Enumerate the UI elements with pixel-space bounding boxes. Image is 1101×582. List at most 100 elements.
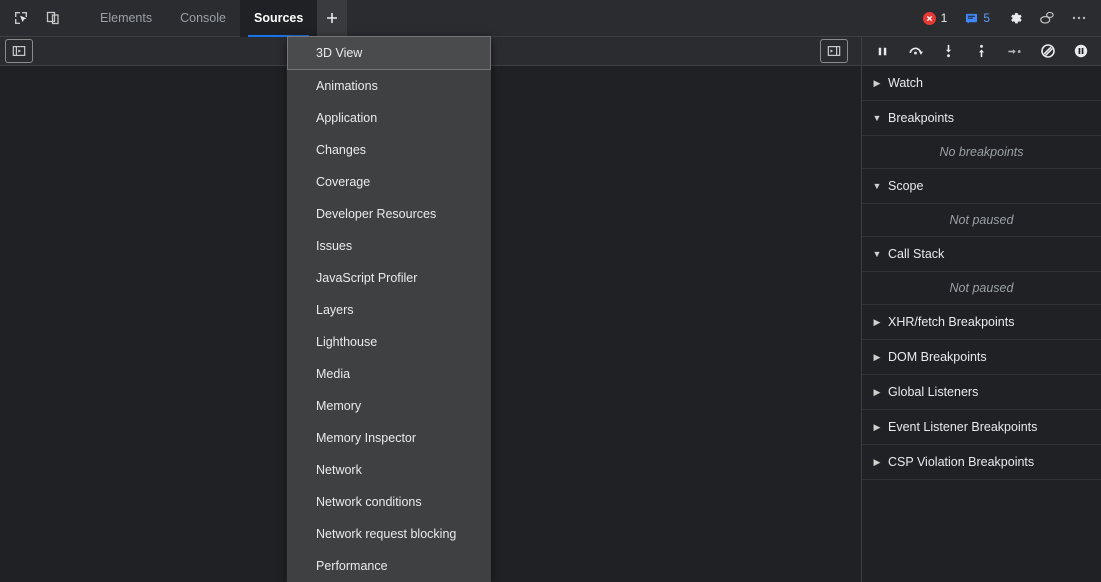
chevron-right-icon: ▶ <box>871 458 883 467</box>
sidebar-section-breakpoints[interactable]: ▼ Breakpoints <box>862 101 1101 136</box>
step-into-button[interactable] <box>932 39 965 63</box>
menu-item-lighthouse[interactable]: Lighthouse <box>287 326 491 358</box>
menu-item-label: Network <box>316 463 362 477</box>
step-button[interactable] <box>998 39 1031 63</box>
menu-item-memory[interactable]: Memory <box>287 390 491 422</box>
message-count-badge[interactable]: 5 <box>958 8 997 29</box>
tab-console-label: Console <box>180 11 226 25</box>
plus-icon <box>325 11 339 25</box>
chevron-down-icon: ▼ <box>871 250 883 259</box>
show-navigator-panel-icon[interactable] <box>6 40 32 62</box>
menu-item-issues[interactable]: Issues <box>287 230 491 262</box>
debugger-sections: ▶ Watch ▼ Breakpoints No breakpoints ▼ S… <box>862 66 1101 480</box>
tab-console[interactable]: Console <box>166 0 240 37</box>
menu-item-network[interactable]: Network <box>287 454 491 486</box>
step-over-button[interactable] <box>899 39 932 63</box>
menu-item-label: Coverage <box>316 175 370 189</box>
toolbar-right-icons: 1 5 <box>916 4 1101 32</box>
tab-sources-label: Sources <box>254 11 303 25</box>
chevron-right-icon: ▶ <box>871 353 883 362</box>
menu-item-developer-resources[interactable]: Developer Resources <box>287 198 491 230</box>
error-count-badge[interactable]: 1 <box>916 8 955 29</box>
pause-on-exceptions-button[interactable] <box>1064 39 1097 63</box>
sidebar-section-label: DOM Breakpoints <box>888 350 987 364</box>
menu-item-animations[interactable]: Animations <box>287 70 491 102</box>
menu-item-label: Application <box>316 111 377 125</box>
sidebar-section-scope[interactable]: ▼ Scope <box>862 169 1101 204</box>
sidebar-section-call-stack[interactable]: ▼ Call Stack <box>862 237 1101 272</box>
tab-elements[interactable]: Elements <box>86 0 166 37</box>
menu-item-coverage[interactable]: Coverage <box>287 166 491 198</box>
sidebar-section-label: Event Listener Breakpoints <box>888 420 1037 434</box>
menu-item-media[interactable]: Media <box>287 358 491 390</box>
menu-item-label: Network conditions <box>316 495 422 509</box>
menu-item-label: Issues <box>316 239 352 253</box>
menu-item-label: Memory <box>316 399 361 413</box>
chevron-right-icon: ▶ <box>871 388 883 397</box>
sidebar-section-label: Scope <box>888 179 923 193</box>
panel-tabs: Elements Console Sources <box>86 0 347 37</box>
feedback-icon[interactable] <box>1033 4 1061 32</box>
menu-item-performance[interactable]: Performance <box>287 550 491 582</box>
show-debugger-panel-icon[interactable] <box>821 40 847 62</box>
menu-item-3d-view[interactable]: 3D View <box>287 36 491 70</box>
sidebar-section-watch[interactable]: ▶ Watch <box>862 66 1101 101</box>
sidebar-section-event-listener-breakpoints[interactable]: ▶ Event Listener Breakpoints <box>862 410 1101 445</box>
error-icon <box>923 12 936 25</box>
step-into-icon <box>941 43 956 59</box>
menu-item-layers[interactable]: Layers <box>287 294 491 326</box>
menu-item-label: JavaScript Profiler <box>316 271 417 285</box>
toolbar-left-icons <box>0 4 68 32</box>
sidebar-section-label: Watch <box>888 76 923 90</box>
sidebar-section-global-listeners[interactable]: ▶ Global Listeners <box>862 375 1101 410</box>
main-tab-bar: Elements Console Sources 1 <box>0 0 1101 37</box>
tab-elements-label: Elements <box>100 11 152 25</box>
menu-item-label: 3D View <box>316 46 362 60</box>
more-options-icon[interactable] <box>1065 4 1093 32</box>
tab-sources[interactable]: Sources <box>240 0 317 37</box>
breakpoints-empty-message: No breakpoints <box>862 136 1101 169</box>
add-panel-button[interactable] <box>317 0 347 37</box>
chevron-right-icon: ▶ <box>871 79 883 88</box>
menu-item-label: Developer Resources <box>316 207 436 221</box>
chevron-down-icon: ▼ <box>871 114 883 123</box>
devtools-window: Elements Console Sources 1 <box>0 0 1101 582</box>
sidebar-section-label: Call Stack <box>888 247 944 261</box>
gear-icon[interactable] <box>1001 4 1029 32</box>
step-out-button[interactable] <box>965 39 998 63</box>
navigator-panel <box>0 66 287 582</box>
menu-item-changes[interactable]: Changes <box>287 134 491 166</box>
chevron-down-icon: ▼ <box>871 182 883 191</box>
menu-item-application[interactable]: Application <box>287 102 491 134</box>
menu-item-label: Changes <box>316 143 366 157</box>
sidebar-section-label: Global Listeners <box>888 385 978 399</box>
menu-item-network-request-blocking[interactable]: Network request blocking <box>287 518 491 550</box>
menu-item-label: Memory Inspector <box>316 431 416 445</box>
sidebar-section-xhr-fetch-breakpoints[interactable]: ▶ XHR/fetch Breakpoints <box>862 305 1101 340</box>
sidebar-section-csp-violation-breakpoints[interactable]: ▶ CSP Violation Breakpoints <box>862 445 1101 480</box>
menu-item-label: Layers <box>316 303 354 317</box>
call-stack-empty-message: Not paused <box>862 272 1101 305</box>
chevron-right-icon: ▶ <box>871 423 883 432</box>
menu-item-memory-inspector[interactable]: Memory Inspector <box>287 422 491 454</box>
inspect-element-icon[interactable] <box>6 4 36 32</box>
step-over-icon <box>907 43 924 60</box>
step-out-icon <box>974 43 989 59</box>
pause-on-exceptions-icon <box>1073 43 1089 59</box>
sidebar-section-dom-breakpoints[interactable]: ▶ DOM Breakpoints <box>862 340 1101 375</box>
step-icon <box>1006 44 1023 59</box>
deactivate-breakpoints-icon <box>1040 43 1056 59</box>
menu-item-network-conditions[interactable]: Network conditions <box>287 486 491 518</box>
error-count: 1 <box>941 12 948 24</box>
sidebar-section-label: CSP Violation Breakpoints <box>888 455 1034 469</box>
menu-item-label: Media <box>316 367 350 381</box>
menu-item-label: Network request blocking <box>316 527 456 541</box>
message-icon <box>965 12 978 25</box>
deactivate-breakpoints-button[interactable] <box>1031 39 1064 63</box>
device-toolbar-icon[interactable] <box>38 4 68 32</box>
resume-script-execution-button[interactable] <box>866 39 899 63</box>
debugger-toolbar <box>862 37 1101 66</box>
menu-item-javascript-profiler[interactable]: JavaScript Profiler <box>287 262 491 294</box>
sidebar-section-label: XHR/fetch Breakpoints <box>888 315 1014 329</box>
sidebar-section-label: Breakpoints <box>888 111 954 125</box>
